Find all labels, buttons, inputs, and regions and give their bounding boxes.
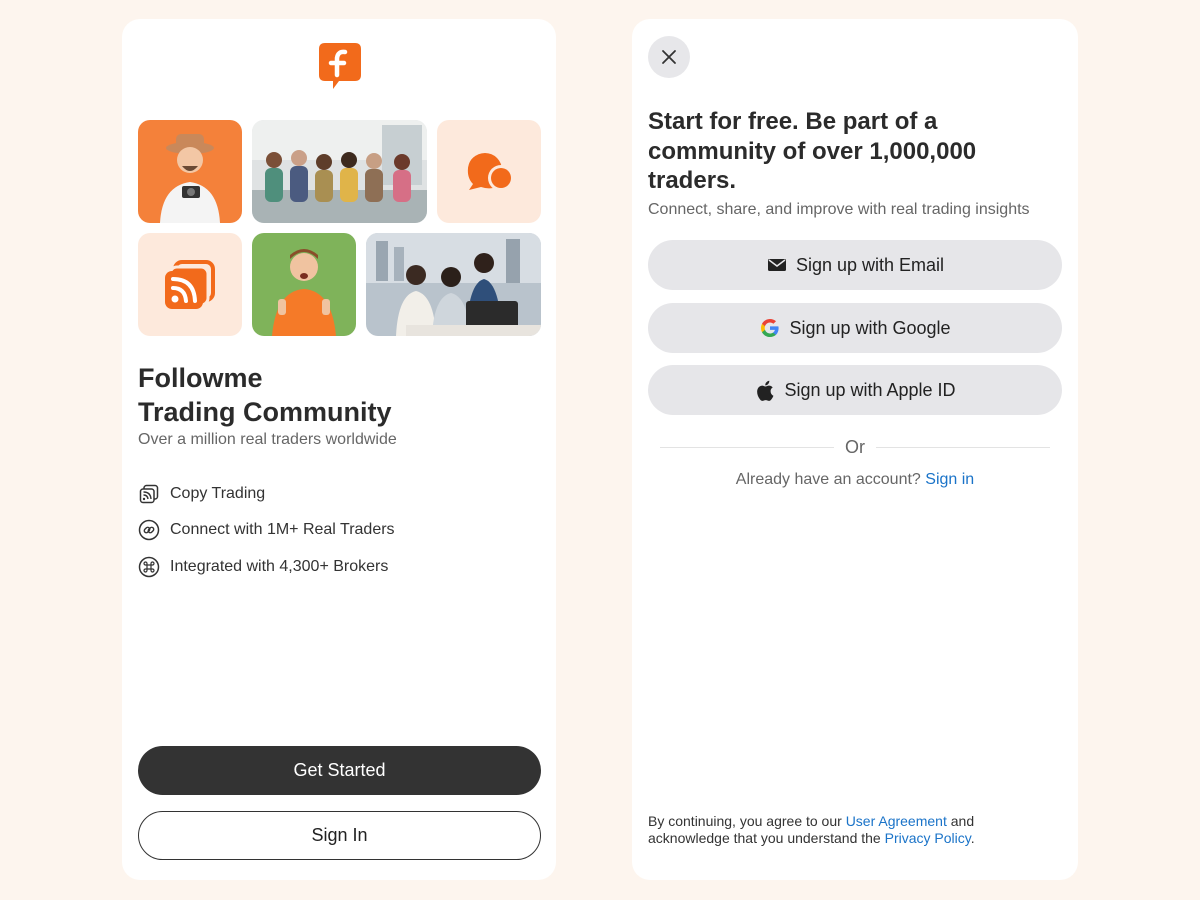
signup-heading: Start for free. Be part of a community o… bbox=[648, 108, 977, 194]
rss-stack-icon bbox=[165, 260, 215, 309]
get-started-button[interactable]: Get Started bbox=[138, 746, 541, 795]
legal-suffix: . bbox=[970, 830, 975, 846]
copy-feed-tile bbox=[138, 233, 242, 336]
feature-label: Integrated with 4,300+ Brokers bbox=[170, 558, 389, 575]
legal-prefix: By continuing, you agree to our bbox=[648, 813, 842, 829]
photo-group-tile bbox=[252, 120, 427, 223]
google-icon bbox=[759, 317, 781, 339]
signup-apple-label: Sign up with Apple ID bbox=[784, 379, 956, 400]
sign-in-button[interactable]: Sign In bbox=[138, 811, 541, 860]
signup-subheading: Connect, share, and improve with real tr… bbox=[648, 201, 1030, 218]
signup-email-button[interactable]: Sign up with Email bbox=[648, 240, 1062, 290]
chat-bubbles-icon bbox=[467, 153, 514, 191]
chat-bubble-tile bbox=[437, 120, 541, 223]
already-text: Already have an account? bbox=[735, 471, 921, 488]
privacy-policy-link[interactable]: Privacy Policy bbox=[885, 830, 971, 846]
legal-notice: By continuing, you agree to our User Agr… bbox=[648, 813, 1058, 847]
feature-label: Copy Trading bbox=[170, 485, 266, 502]
user-agreement-link[interactable]: User Agreement bbox=[846, 813, 947, 829]
close-button[interactable] bbox=[648, 36, 690, 78]
onboarding-card: Followme Trading Community Over a millio… bbox=[122, 19, 556, 880]
signup-google-button[interactable]: Sign up with Google bbox=[648, 303, 1062, 353]
or-divider-label: Or bbox=[845, 437, 865, 457]
photo-traveler-tile bbox=[138, 120, 242, 223]
sign-in-link[interactable]: Sign in bbox=[925, 471, 974, 488]
feature-connect-traders: Connect with 1M+ Real Traders bbox=[138, 518, 395, 542]
command-icon bbox=[138, 556, 160, 578]
feature-label: Connect with 1M+ Real Traders bbox=[170, 521, 395, 538]
photo-office-team-tile bbox=[366, 233, 541, 336]
existing-account-prompt: Already have an account? Sign in bbox=[632, 471, 1078, 489]
community-title: Followme Trading Community bbox=[138, 361, 392, 429]
apple-icon bbox=[754, 379, 776, 401]
divider-left bbox=[660, 447, 834, 448]
title-line-1: Followme bbox=[138, 363, 263, 393]
community-subtitle: Over a million real traders worldwide bbox=[138, 431, 397, 448]
title-line-2: Trading Community bbox=[138, 397, 392, 427]
close-icon bbox=[662, 50, 676, 64]
photo-excited-man-tile bbox=[252, 233, 356, 336]
feature-brokers: Integrated with 4,300+ Brokers bbox=[138, 555, 388, 579]
divider-right bbox=[876, 447, 1050, 448]
copy-trading-icon bbox=[138, 483, 160, 505]
link-icon bbox=[138, 519, 160, 541]
signup-email-label: Sign up with Email bbox=[795, 254, 945, 275]
signup-card: Start for free. Be part of a community o… bbox=[632, 19, 1078, 880]
signup-apple-button[interactable]: Sign up with Apple ID bbox=[648, 365, 1062, 415]
signup-google-label: Sign up with Google bbox=[789, 317, 951, 338]
feature-copy-trading: Copy Trading bbox=[138, 482, 265, 506]
email-icon bbox=[766, 254, 788, 276]
followme-logo-icon bbox=[319, 43, 361, 89]
